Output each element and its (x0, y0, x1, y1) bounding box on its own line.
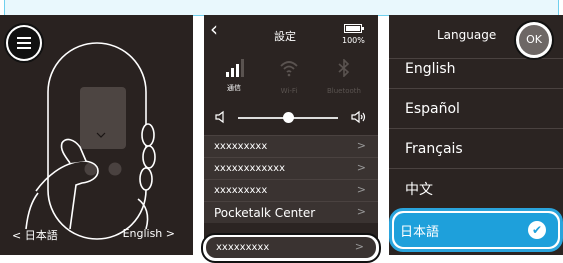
volume-control (204, 107, 378, 129)
settings-menu-list: xxxxxxxxx > xxxxxxxxxxxx > xxxxxxxxx > P… (204, 135, 378, 223)
top-banner (4, 0, 559, 16)
bluetooth-icon (338, 58, 350, 78)
mobile-data-label: 通信 (227, 84, 241, 92)
finger-2 (142, 145, 156, 169)
language-option-japanese-selected[interactable]: 日本語 ✔ (394, 213, 558, 247)
signal-bar (236, 64, 239, 77)
signal-bars-icon (224, 59, 244, 77)
chevron-right-icon: > (356, 139, 366, 152)
settings-menu-item-highlighted[interactable]: xxxxxxxxx > (206, 237, 376, 258)
settings-menu-item-pocketalk-center[interactable]: Pocketalk Center > (204, 201, 378, 223)
next-language-button[interactable]: English > (123, 227, 175, 240)
language-title: Language (437, 28, 497, 42)
checkmark-icon: ✔ (528, 221, 546, 239)
finger-1 (141, 123, 155, 147)
settings-menu-item-label: xxxxxxxxx (214, 141, 268, 152)
previous-language-button[interactable]: < 日本語 (12, 227, 58, 243)
hand-wrist (25, 192, 39, 230)
language-panel: Language OK English Español Français 中文 … (389, 15, 563, 255)
device-right-button (108, 162, 122, 176)
menu-icon-bar (17, 42, 31, 44)
volume-down-icon[interactable] (214, 110, 228, 124)
wifi-icon (280, 61, 298, 77)
signal-bar (241, 59, 244, 77)
settings-menu-item-label: xxxxxxxxx (216, 242, 270, 253)
settings-menu-item[interactable]: xxxxxxxxx > (204, 179, 378, 201)
language-option-label: Español (405, 101, 460, 117)
volume-slider-knob[interactable] (282, 112, 294, 123)
volume-up-icon[interactable] (350, 110, 368, 124)
settings-menu-item-label: Pocketalk Center (214, 206, 316, 220)
language-option-french[interactable]: Français (389, 129, 563, 169)
selected-language-label: 日本語 (400, 225, 440, 240)
chevron-right-icon: > (356, 161, 366, 174)
battery-icon (344, 24, 364, 33)
menu-icon (17, 37, 31, 39)
settings-menu-item[interactable]: xxxxxxxxx > (204, 135, 378, 157)
battery-level: 100% (342, 36, 365, 45)
chevron-right-icon: > (356, 183, 366, 196)
menu-button[interactable] (8, 27, 40, 59)
finger-3 (139, 167, 153, 191)
settings-menu-item[interactable]: xxxxxxxxxxxx > (204, 157, 378, 179)
settings-menu-item-label: xxxxxxxxx (214, 185, 268, 196)
signal-bar (226, 72, 229, 77)
signal-bar (231, 68, 234, 77)
bluetooth-label: Bluetooth (327, 87, 361, 95)
settings-header: ‹ 設定 100% (204, 15, 378, 47)
language-option-label: English (405, 61, 456, 77)
menu-icon-bar (17, 47, 31, 49)
language-option-english[interactable]: English (389, 49, 563, 89)
language-option-chinese[interactable]: 中文 (389, 167, 563, 207)
settings-title: 設定 (274, 30, 296, 43)
language-option-spanish[interactable]: Español (389, 89, 563, 129)
settings-menu-item-label: xxxxxxxxxxxx (214, 163, 286, 174)
device-screen-panel: < 日本語 English > (0, 15, 193, 255)
mobile-data-toggle[interactable]: 通信 (209, 59, 259, 93)
language-option-label: 中文 (405, 182, 433, 198)
chevron-right-icon: > (356, 205, 366, 218)
chevron-right-icon: > (354, 240, 364, 253)
bluetooth-toggle[interactable]: Bluetooth (319, 58, 369, 95)
language-option-label: Français (405, 141, 463, 157)
wifi-label: Wi-Fi (280, 87, 298, 95)
settings-panel: ‹ 設定 100% 通信 Wi-Fi Bluetooth xxxxxxxxx >… (204, 15, 378, 255)
back-chevron-icon[interactable]: ‹ (210, 19, 218, 39)
device-screen (80, 87, 126, 149)
wifi-toggle[interactable]: Wi-Fi (264, 59, 314, 95)
